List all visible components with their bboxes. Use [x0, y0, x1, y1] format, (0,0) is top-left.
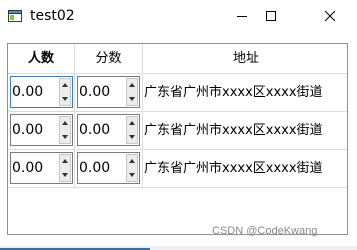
spinbox-buttons[interactable]	[126, 78, 138, 106]
spinbox-value[interactable]: 0.00	[79, 77, 125, 107]
arrow-down-icon[interactable]	[62, 173, 68, 177]
column-header-people[interactable]: 人数	[8, 44, 75, 74]
spinbox-value[interactable]: 0.00	[12, 153, 58, 183]
spinbox-buttons[interactable]	[126, 154, 138, 182]
arrow-down-icon[interactable]	[62, 135, 68, 139]
table-cell-address[interactable]: 广东省广州市xxxx区xxxx街道	[143, 74, 347, 112]
column-header-score[interactable]: 分数	[75, 44, 143, 74]
table-cell-address[interactable]: 广东省广州市xxxx区xxxx街道	[143, 150, 347, 188]
column-header-address[interactable]: 地址	[143, 44, 347, 74]
spinbox-value[interactable]: 0.00	[12, 115, 58, 145]
minimize-icon	[237, 16, 247, 17]
arrow-down-icon[interactable]	[62, 97, 68, 101]
table-cell-score[interactable]: 0.00	[75, 150, 143, 188]
score-spinbox[interactable]: 0.00	[77, 76, 140, 108]
spinbox-buttons[interactable]	[126, 116, 138, 144]
arrow-down-icon[interactable]	[129, 97, 135, 101]
table-cell-people[interactable]: 0.00	[8, 112, 75, 150]
window-title: test02	[30, 8, 75, 24]
maximize-icon	[266, 11, 276, 21]
table-cell-address[interactable]: 广东省广州市xxxx区xxxx街道	[143, 112, 347, 150]
arrow-up-icon[interactable]	[129, 83, 135, 87]
table-cell-people[interactable]: 0.00	[8, 74, 75, 112]
score-spinbox[interactable]: 0.00	[77, 152, 140, 184]
spinbox-value[interactable]: 0.00	[79, 115, 125, 145]
arrow-down-icon[interactable]	[129, 135, 135, 139]
arrow-up-icon[interactable]	[62, 121, 68, 125]
data-table[interactable]: 人数 分数 地址 0.00 0.00 广东省广州市xxxx区xxxx街道 0.0…	[7, 43, 348, 235]
table-cell-score[interactable]: 0.00	[75, 74, 143, 112]
people-spinbox[interactable]: 0.00	[10, 152, 73, 184]
spinbox-buttons[interactable]	[59, 78, 71, 106]
title-bar: test02	[0, 0, 357, 32]
address-text: 广东省广州市xxxx区xxxx街道	[144, 161, 323, 176]
close-button[interactable]	[307, 0, 353, 32]
people-spinbox[interactable]: 0.00	[10, 114, 73, 146]
close-icon	[324, 10, 336, 22]
maximize-button[interactable]	[248, 0, 294, 32]
table-cell-people[interactable]: 0.00	[8, 150, 75, 188]
arrow-up-icon[interactable]	[129, 159, 135, 163]
app-window-icon	[8, 10, 22, 22]
spinbox-buttons[interactable]	[59, 116, 71, 144]
spinbox-value[interactable]: 0.00	[12, 77, 58, 107]
arrow-down-icon[interactable]	[129, 173, 135, 177]
address-text: 广东省广州市xxxx区xxxx街道	[144, 85, 323, 100]
arrow-up-icon[interactable]	[62, 83, 68, 87]
spinbox-value[interactable]: 0.00	[79, 153, 125, 183]
watermark-text: CSDN @CodeKwang	[212, 225, 318, 237]
spinbox-buttons[interactable]	[59, 154, 71, 182]
arrow-up-icon[interactable]	[62, 159, 68, 163]
address-text: 广东省广州市xxxx区xxxx街道	[144, 123, 323, 138]
score-spinbox[interactable]: 0.00	[77, 114, 140, 146]
people-spinbox[interactable]: 0.00	[10, 76, 73, 108]
table-cell-score[interactable]: 0.00	[75, 112, 143, 150]
arrow-up-icon[interactable]	[129, 121, 135, 125]
